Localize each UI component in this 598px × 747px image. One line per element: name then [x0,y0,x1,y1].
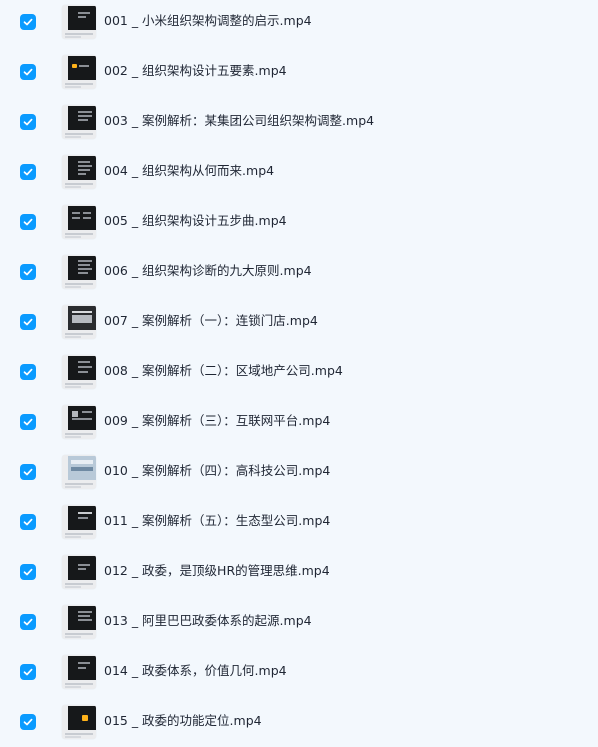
video-thumbnail-icon [62,355,96,389]
video-thumbnail-icon [62,155,96,189]
checkbox-checked-icon[interactable] [20,364,36,380]
file-row[interactable]: 004 _ 组织架构从何而来.mp4 [0,147,598,197]
video-thumbnail-icon [62,555,96,589]
file-name: 015 _ 政委的功能定位.mp4 [104,713,262,728]
video-thumbnail-icon [62,255,96,289]
file-row[interactable]: 012 _ 政委，是顶级HR的管理思维.mp4 [0,547,598,597]
file-name: 008 _ 案例解析（二）：区域地产公司.mp4 [104,363,343,378]
file-row[interactable]: 013 _ 阿里巴巴政委体系的起源.mp4 [0,597,598,647]
checkbox-checked-icon[interactable] [20,314,36,330]
video-thumbnail-icon [62,105,96,139]
file-row[interactable]: 001 _ 小米组织架构调整的启示.mp4 [0,0,598,47]
file-name: 007 _ 案例解析（一）：连锁门店.mp4 [104,313,318,328]
file-name: 002 _ 组织架构设计五要素.mp4 [104,63,287,78]
checkbox-checked-icon[interactable] [20,64,36,80]
file-name: 012 _ 政委，是顶级HR的管理思维.mp4 [104,563,330,578]
file-row[interactable]: 008 _ 案例解析（二）：区域地产公司.mp4 [0,347,598,397]
file-row[interactable]: 011 _ 案例解析（五）：生态型公司.mp4 [0,497,598,547]
file-list: 001 _ 小米组织架构调整的启示.mp4 002 _ 组织架构设计五要素.mp… [0,0,598,739]
checkbox-checked-icon[interactable] [20,414,36,430]
file-row[interactable]: 010 _ 案例解析（四）：高科技公司.mp4 [0,447,598,497]
file-name: 011 _ 案例解析（五）：生态型公司.mp4 [104,513,331,528]
checkbox-checked-icon[interactable] [20,564,36,580]
file-name: 004 _ 组织架构从何而来.mp4 [104,163,275,178]
video-thumbnail-icon [62,655,96,689]
file-name: 003 _ 案例解析：某集团公司组织架构调整.mp4 [104,113,375,128]
checkbox-checked-icon[interactable] [20,664,36,680]
file-row[interactable]: 005 _ 组织架构设计五步曲.mp4 [0,197,598,247]
file-row[interactable]: 003 _ 案例解析：某集团公司组织架构调整.mp4 [0,97,598,147]
checkbox-checked-icon[interactable] [20,114,36,130]
video-thumbnail-icon [62,455,96,489]
file-name: 006 _ 组织架构诊断的九大原则.mp4 [104,263,312,278]
file-name: 013 _ 阿里巴巴政委体系的起源.mp4 [104,613,312,628]
video-thumbnail-icon [62,505,96,539]
checkbox-checked-icon[interactable] [20,214,36,230]
file-name: 009 _ 案例解析（三）：互联网平台.mp4 [104,413,331,428]
file-name: 010 _ 案例解析（四）：高科技公司.mp4 [104,463,331,478]
checkbox-checked-icon[interactable] [20,14,36,30]
file-name: 005 _ 组织架构设计五步曲.mp4 [104,213,287,228]
file-row[interactable]: 014 _ 政委体系，价值几何.mp4 [0,647,598,697]
file-row[interactable]: 007 _ 案例解析（一）：连锁门店.mp4 [0,297,598,347]
checkbox-checked-icon[interactable] [20,164,36,180]
checkbox-checked-icon[interactable] [20,614,36,630]
video-thumbnail-icon [62,305,96,339]
file-row[interactable]: 002 _ 组织架构设计五要素.mp4 [0,47,598,97]
video-thumbnail-icon [62,705,96,739]
video-thumbnail-icon [62,55,96,89]
file-row[interactable]: 015 _ 政委的功能定位.mp4 [0,697,598,747]
checkbox-checked-icon[interactable] [20,714,36,730]
file-name: 014 _ 政委体系，价值几何.mp4 [104,663,287,678]
video-thumbnail-icon [62,5,96,39]
video-thumbnail-icon [62,605,96,639]
checkbox-checked-icon[interactable] [20,264,36,280]
checkbox-checked-icon[interactable] [20,464,36,480]
checkbox-checked-icon[interactable] [20,514,36,530]
file-row[interactable]: 006 _ 组织架构诊断的九大原则.mp4 [0,247,598,297]
video-thumbnail-icon [62,405,96,439]
video-thumbnail-icon [62,205,96,239]
file-row[interactable]: 009 _ 案例解析（三）：互联网平台.mp4 [0,397,598,447]
file-name: 001 _ 小米组织架构调整的启示.mp4 [104,13,312,28]
